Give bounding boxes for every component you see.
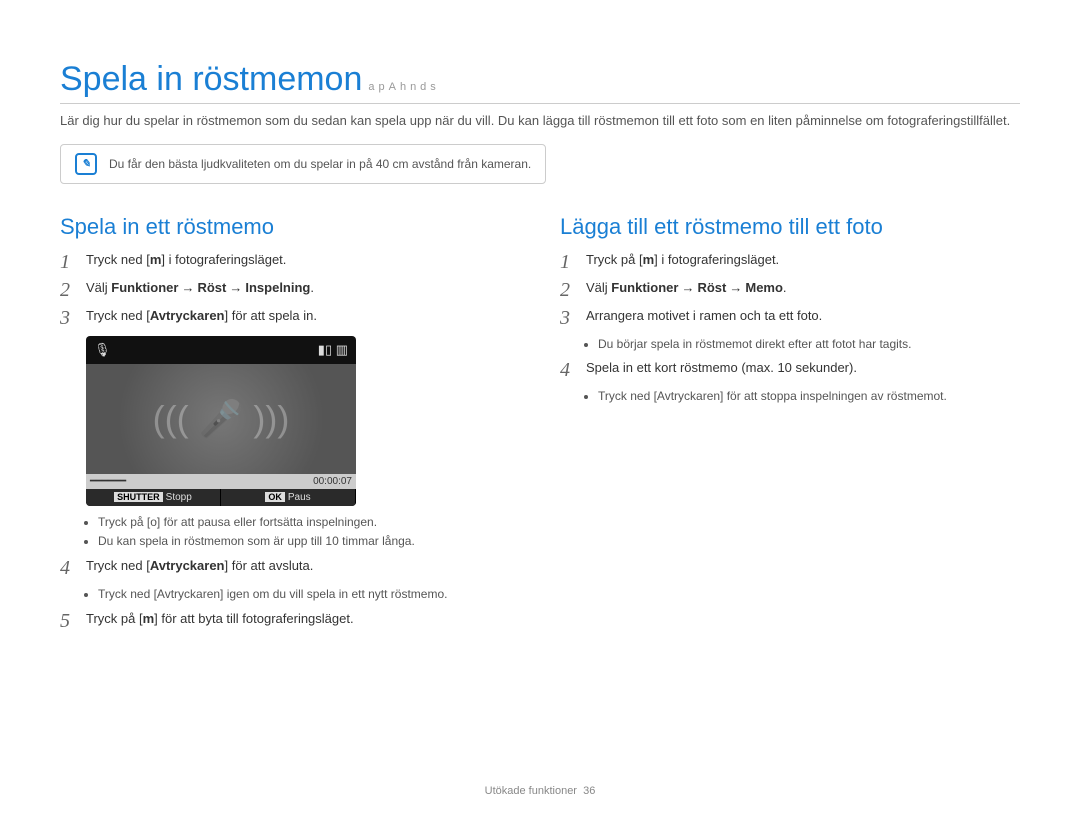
step-text: Tryck ned [ bbox=[86, 308, 150, 323]
step-number: 2 bbox=[60, 280, 74, 300]
page-footer: Utökade funktioner 36 bbox=[0, 785, 1080, 797]
arrow-right-icon: → bbox=[678, 280, 697, 295]
step-number: 2 bbox=[560, 280, 574, 300]
tip-box: ✎ Du får den bästa ljudkvaliteten om du … bbox=[60, 144, 546, 184]
step-text: Tryck ned [ bbox=[86, 558, 150, 573]
step-2: 2 Välj Funktioner→Röst→Memo. bbox=[560, 280, 1020, 300]
ok-button-hint: OKPaus bbox=[221, 489, 356, 506]
step-text: Tryck på [ bbox=[86, 611, 143, 626]
step-text: ] i fotograferingsläget. bbox=[654, 252, 779, 267]
arrow-right-icon: → bbox=[226, 280, 245, 295]
step-text: Välj bbox=[586, 280, 611, 295]
step-text: Spela in ett kort röstmemo (max. 10 seku… bbox=[586, 360, 857, 375]
list-item: Du börjar spela in röstmemot direkt efte… bbox=[598, 336, 1020, 353]
ok-label: OK bbox=[265, 492, 285, 502]
step-text: Tryck på [ bbox=[586, 252, 643, 267]
menu-path-item: Funktioner bbox=[611, 280, 678, 295]
shutter-action: Stopp bbox=[166, 492, 192, 503]
ok-action: Paus bbox=[288, 492, 311, 503]
info-list: Tryck ned [Avtryckaren] igen om du vill … bbox=[98, 586, 520, 603]
footer-section: Utökade funktioner bbox=[485, 785, 577, 797]
key-label: m bbox=[143, 611, 155, 626]
progress-bar-icon: ━━━━━━ bbox=[90, 476, 126, 487]
menu-path-item: Funktioner bbox=[111, 280, 178, 295]
mode-badges: apAhnds bbox=[368, 81, 439, 93]
step-text: Tryck ned [ bbox=[86, 252, 150, 267]
mic-icon: 🎙 bbox=[94, 342, 111, 358]
left-column: Spela in ett röstmemo 1 Tryck ned [m] i … bbox=[60, 208, 520, 639]
step-3: 3 Tryck ned [Avtryckaren] för att spela … bbox=[60, 308, 520, 328]
menu-path-item: Inspelning bbox=[245, 280, 310, 295]
right-heading: Lägga till ett röstmemo till ett foto bbox=[560, 214, 1020, 240]
key-label: m bbox=[643, 252, 655, 267]
shutter-button-hint: SHUTTERStopp bbox=[86, 489, 221, 506]
info-list: Du börjar spela in röstmemot direkt efte… bbox=[598, 336, 1020, 353]
shutter-label: SHUTTER bbox=[114, 492, 163, 502]
intro-text: Lär dig hur du spelar in röstmemon som d… bbox=[60, 112, 1020, 130]
step-text: . bbox=[783, 280, 787, 295]
key-label: Avtryckaren bbox=[150, 558, 225, 573]
list-item: Du kan spela in röstmemon som är upp til… bbox=[98, 533, 520, 550]
menu-path-item: Memo bbox=[745, 280, 783, 295]
tip-text: Du får den bästa ljudkvaliteten om du sp… bbox=[109, 157, 531, 171]
step-2: 2 Välj Funktioner→Röst→Inspelning. bbox=[60, 280, 520, 300]
list-item: Tryck ned [Avtryckaren] för att stoppa i… bbox=[598, 388, 1020, 405]
arrow-right-icon: → bbox=[178, 280, 197, 295]
step-1: 1 Tryck på [m] i fotograferingsläget. bbox=[560, 252, 1020, 272]
step-number: 1 bbox=[560, 252, 574, 272]
page: Spela in röstmemon apAhnds Lär dig hur d… bbox=[0, 0, 1080, 815]
left-heading: Spela in ett röstmemo bbox=[60, 214, 520, 240]
list-item: Tryck på [o] för att pausa eller fortsät… bbox=[98, 514, 520, 531]
battery-icon: ▮▯ ▥ bbox=[318, 342, 348, 358]
camera-screen-preview: 🎙 ▮▯ ▥ ((( 🎤 ))) ━━━━━━ 00:00:07 SHUTTER… bbox=[86, 336, 356, 506]
key-label: m bbox=[150, 252, 162, 267]
key-label: Avtryckaren bbox=[150, 308, 225, 323]
step-number: 4 bbox=[560, 360, 574, 380]
step-text: Arrangera motivet i ramen och ta ett fot… bbox=[586, 308, 822, 323]
step-1: 1 Tryck ned [m] i fotograferingsläget. bbox=[60, 252, 520, 272]
info-list: Tryck på [o] för att pausa eller fortsät… bbox=[98, 514, 520, 551]
step-text: ] i fotograferingsläget. bbox=[161, 252, 286, 267]
step-number: 5 bbox=[60, 611, 74, 631]
right-column: Lägga till ett röstmemo till ett foto 1 … bbox=[560, 208, 1020, 639]
microphone-big-icon: ((( 🎤 ))) bbox=[86, 364, 356, 474]
step-number: 3 bbox=[60, 308, 74, 328]
step-text: ] för att avsluta. bbox=[225, 558, 314, 573]
menu-path-item: Röst bbox=[197, 280, 226, 295]
step-text: ] för att spela in. bbox=[225, 308, 318, 323]
title-row: Spela in röstmemon apAhnds bbox=[60, 60, 1020, 104]
info-list: Tryck ned [Avtryckaren] för att stoppa i… bbox=[598, 388, 1020, 405]
step-4: 4 Tryck ned [Avtryckaren] för att avslut… bbox=[60, 558, 520, 578]
menu-path-item: Röst bbox=[697, 280, 726, 295]
step-number: 4 bbox=[60, 558, 74, 578]
step-3: 3 Arrangera motivet i ramen och ta ett f… bbox=[560, 308, 1020, 328]
step-number: 3 bbox=[560, 308, 574, 328]
step-4: 4 Spela in ett kort röstmemo (max. 10 se… bbox=[560, 360, 1020, 380]
list-item: Tryck ned [Avtryckaren] igen om du vill … bbox=[98, 586, 520, 603]
step-text: ] för att byta till fotograferingsläget. bbox=[154, 611, 353, 626]
step-text: Välj bbox=[86, 280, 111, 295]
timecode: 00:00:07 bbox=[313, 476, 352, 487]
footer-page-number: 36 bbox=[583, 785, 595, 797]
step-5: 5 Tryck på [m] för att byta till fotogra… bbox=[60, 611, 520, 631]
note-icon: ✎ bbox=[75, 153, 97, 175]
page-title: Spela in röstmemon bbox=[60, 60, 362, 99]
step-number: 1 bbox=[60, 252, 74, 272]
arrow-right-icon: → bbox=[726, 280, 745, 295]
step-text: . bbox=[310, 280, 314, 295]
